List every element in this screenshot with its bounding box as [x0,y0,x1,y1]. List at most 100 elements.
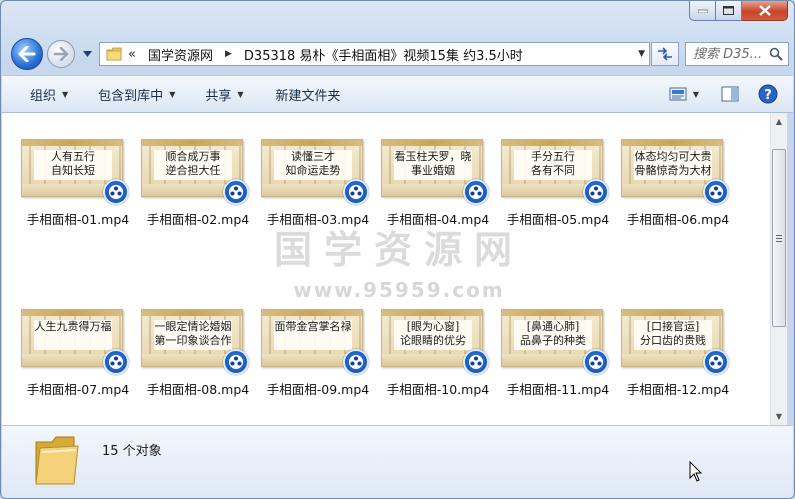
file-name: 手相面相-04.mp4 [386,212,490,227]
search-icon[interactable] [769,47,783,64]
file-name: 手相面相-10.mp4 [386,382,490,397]
media-player-icon [223,349,249,375]
organize-label: 组织 [30,88,57,104]
address-overflow-chevron[interactable]: « [128,47,136,62]
new-folder-button[interactable]: 新建文件夹 [272,85,345,104]
vertical-scrollbar[interactable]: ▲ ▼ [770,113,787,425]
file-name: 手相面相-12.mp4 [626,382,730,397]
arrow-left-icon [18,46,36,62]
recent-pages-dropdown[interactable] [81,49,93,59]
media-player-icon [583,179,609,205]
organize-button[interactable]: 组织 ▼ [26,85,72,104]
file-item[interactable]: 看玉柱天罗，晓 事业婚姻手相面相-04.mp4 [379,139,497,249]
new-folder-label: 新建文件夹 [275,88,341,104]
file-item[interactable]: 顺合成万事 逆合担大任 手相面相-02.mp4 [139,139,257,249]
share-label: 共享 [205,88,232,104]
media-player-icon [343,349,369,375]
chevron-down-icon: ▼ [692,89,700,99]
thumbnail-title: 一眼定情论婚姻 第一印象谈合作 [154,320,232,347]
file-item[interactable]: 体态均匀可大贵 骨骼惊奇为大材手相面相-06.mp4 [619,139,737,249]
chevron-down-icon: ▼ [237,89,244,99]
forward-button[interactable] [47,40,75,68]
back-button[interactable] [11,38,43,70]
file-item[interactable]: 手分五行 各有不同手相面相-05.mp4 [499,139,617,249]
media-player-icon [343,179,369,205]
chevron-down-icon [82,51,92,57]
media-player-icon [583,349,609,375]
thumbnail-title: 手分五行 各有不同 [531,150,575,177]
breadcrumb-separator-icon[interactable]: ▶ [225,49,232,59]
mouse-cursor-icon [689,461,703,482]
folder-large-icon [32,434,84,488]
thumbnail-title: 体态均匀可大贵 骨骼惊奇为大材 [634,150,712,177]
watermark-url: www.95959.com [293,278,505,302]
item-count: 15 个对象 [102,444,162,459]
file-item[interactable]: 读懂三才 知命运走势手相面相-03.mp4 [259,139,377,249]
media-player-icon [703,349,729,375]
media-player-icon [223,179,249,205]
window-frame-right [787,113,794,425]
thumbnail-title: [眼为心窗] 论眼睛的优劣 [400,320,466,347]
view-options-button[interactable] [667,83,689,105]
file-name: 手相面相-08.mp4 [146,382,250,397]
preview-pane-button[interactable] [719,83,741,105]
file-item[interactable]: 一眼定情论婚姻 第一印象谈合作手相面相-08.mp4 [139,309,257,419]
arrow-right-icon [53,47,69,61]
chevron-down-icon: ▼ [62,89,69,99]
thumbnail-title: 顺合成万事 逆合担大任 [165,150,221,177]
include-in-library-label: 包含到库中 [98,88,164,104]
scroll-down-button[interactable]: ▼ [771,408,787,425]
file-item[interactable]: 面带金宫掌名禄手相面相-09.mp4 [259,309,377,419]
search-input[interactable] [693,46,765,62]
file-item[interactable]: 人生九贵得万福 手相面相-07.mp4 [19,309,137,419]
breadcrumb-root[interactable]: 国学资源网 [148,45,213,64]
search-box[interactable] [685,42,789,66]
view-dropdown[interactable]: ▼ [689,83,703,105]
help-icon: ? [758,84,778,104]
maximize-icon [723,6,734,15]
command-bar: 组织 ▼ 包含到库中 ▼ 共享 ▼ 新建文件夹 ▼ ? [2,75,793,113]
media-player-icon [463,179,489,205]
file-item[interactable]: [鼻通心肺] 品鼻子的种类手相面相-11.mp4 [499,309,617,419]
svg-text:?: ? [764,88,772,103]
media-player-icon [103,349,129,375]
explorer-window: « 国学资源网 ▶ D35318 易朴《手相面相》视频15集 约3.5小时 ▼ … [0,0,795,499]
media-player-icon [103,179,129,205]
address-dropdown-icon[interactable]: ▼ [638,49,645,59]
maximize-button[interactable] [716,1,742,21]
thumbnail-title: 读懂三才 知命运走势 [285,150,341,177]
address-bar[interactable]: « 国学资源网 ▶ D35318 易朴《手相面相》视频15集 约3.5小时 ▼ [99,42,650,66]
file-name: 手相面相-06.mp4 [626,212,730,227]
close-button[interactable] [742,1,788,21]
minimize-button[interactable] [689,1,716,21]
file-item[interactable]: [口接官运] 分口齿的贵贱手相面相-12.mp4 [619,309,737,419]
breadcrumb-current[interactable]: D35318 易朴《手相面相》视频15集 约3.5小时 [244,45,523,64]
thumbnail-title: 面带金宫掌名禄 [274,320,352,333]
thumbnail-title: 看玉柱天罗，晓 事业婚姻 [394,150,472,177]
grip-icon [776,234,782,242]
scroll-thumb[interactable] [772,149,786,327]
file-name: 手相面相-05.mp4 [506,212,610,227]
help-button[interactable]: ? [757,83,779,105]
file-name: 手相面相-09.mp4 [266,382,370,397]
file-name: 手相面相-03.mp4 [266,212,370,227]
file-item[interactable]: [眼为心窗] 论眼睛的优劣手相面相-10.mp4 [379,309,497,419]
media-player-icon [463,349,489,375]
preview-pane-icon [721,86,739,102]
close-icon [758,5,771,16]
thumbnail-title: [鼻通心肺] 品鼻子的种类 [520,320,586,347]
share-button[interactable]: 共享 ▼ [201,85,247,104]
thumbnail-title: 人生九贵得万福 [34,320,112,333]
refresh-button[interactable] [651,42,679,66]
file-list-view[interactable]: 国学资源网 www.95959.com 人有五行 自知长短 手相面相-01.mp4… [2,113,770,425]
view-icon [669,87,687,101]
include-in-library-button[interactable]: 包含到库中 ▼ [94,85,179,104]
details-pane: 15 个对象 [2,425,793,498]
file-name: 手相面相-11.mp4 [506,382,610,397]
scroll-up-button[interactable]: ▲ [771,113,787,130]
thumbnail-title: [口接官运] 分口齿的贵贱 [640,320,706,347]
media-player-icon [703,179,729,205]
file-item[interactable]: 人有五行 自知长短 手相面相-01.mp4 [19,139,137,249]
minimize-icon [697,9,708,13]
thumbnail-title: 人有五行 自知长短 [51,150,95,177]
